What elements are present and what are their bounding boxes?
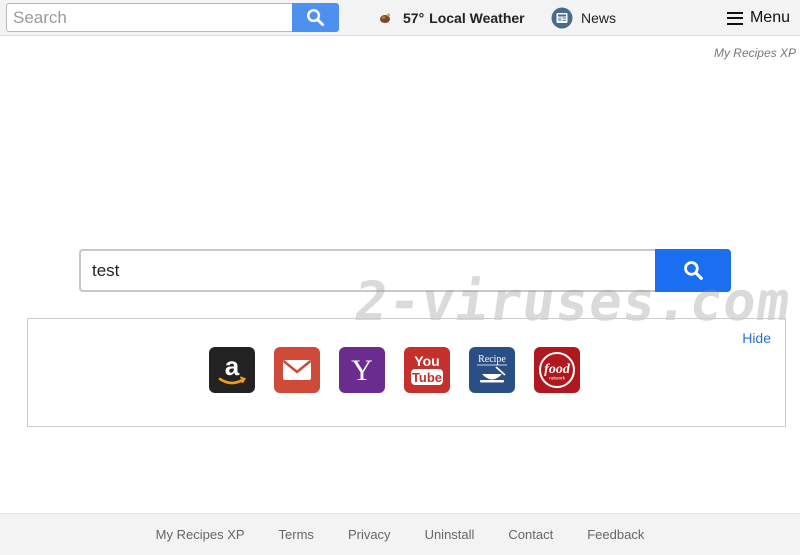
amazon-icon: a [218,351,246,385]
top-search-form [6,3,339,32]
menu-button[interactable]: Menu [726,8,790,28]
recipe-icon: Recipe [477,354,507,383]
news-label: News [581,10,617,26]
yahoo-icon: Y [351,354,373,387]
footer-link-my-recipes-xp[interactable]: My Recipes XP [156,527,245,542]
footer-link-privacy[interactable]: Privacy [348,527,391,542]
youtube-glyph-bottom: Tube [412,370,442,385]
news-link[interactable]: News [551,6,616,30]
food-network-tile[interactable]: food network [534,347,580,393]
gmail-tile[interactable] [274,347,320,393]
recipe-tile[interactable]: Recipe [469,347,515,393]
main-search-button[interactable] [655,249,731,292]
top-search-button[interactable] [292,3,339,32]
footer-link-feedback[interactable]: Feedback [587,527,644,542]
youtube-glyph-top: You [414,353,439,369]
mail-icon [282,359,312,380]
footer-link-contact[interactable]: Contact [508,527,553,542]
yahoo-glyph: Y [351,354,373,387]
weather-widget[interactable]: 57° Local Weather [378,9,525,27]
brand-label: My Recipes XP [713,46,796,60]
yahoo-tile[interactable]: Y [339,347,385,393]
youtube-tile[interactable]: You Tube [404,347,450,393]
menu-label: Menu [749,9,790,26]
weather-label: Local Weather [429,10,525,26]
footer-link-terms[interactable]: Terms [279,527,314,542]
footer: My Recipes XP Terms Privacy Uninstall Co… [0,513,800,555]
shortcuts-panel: Hide a Y You Tube Recipe food network [27,318,786,427]
search-icon [683,261,703,280]
top-search-input[interactable] [6,3,292,32]
hamburger-icon [726,11,743,25]
food-network-glyph-small: network [549,376,566,381]
main-search-form [79,249,731,292]
shortcut-tiles: a Y You Tube Recipe food network [209,347,580,393]
top-bar: 57° Local Weather News Menu [0,0,800,36]
youtube-icon: You Tube [411,353,443,385]
recipe-glyph: Recipe [478,354,506,365]
weather-icon [380,13,391,23]
food-network-icon: food network [539,352,575,388]
footer-link-uninstall[interactable]: Uninstall [425,527,475,542]
search-icon [307,9,325,27]
main-search-input[interactable] [79,249,655,292]
weather-temperature: 57° [403,10,425,26]
amazon-tile[interactable]: a [209,347,255,393]
news-icon [551,7,573,29]
amazon-glyph: a [225,351,240,381]
hide-shortcuts-link[interactable]: Hide [742,330,771,346]
